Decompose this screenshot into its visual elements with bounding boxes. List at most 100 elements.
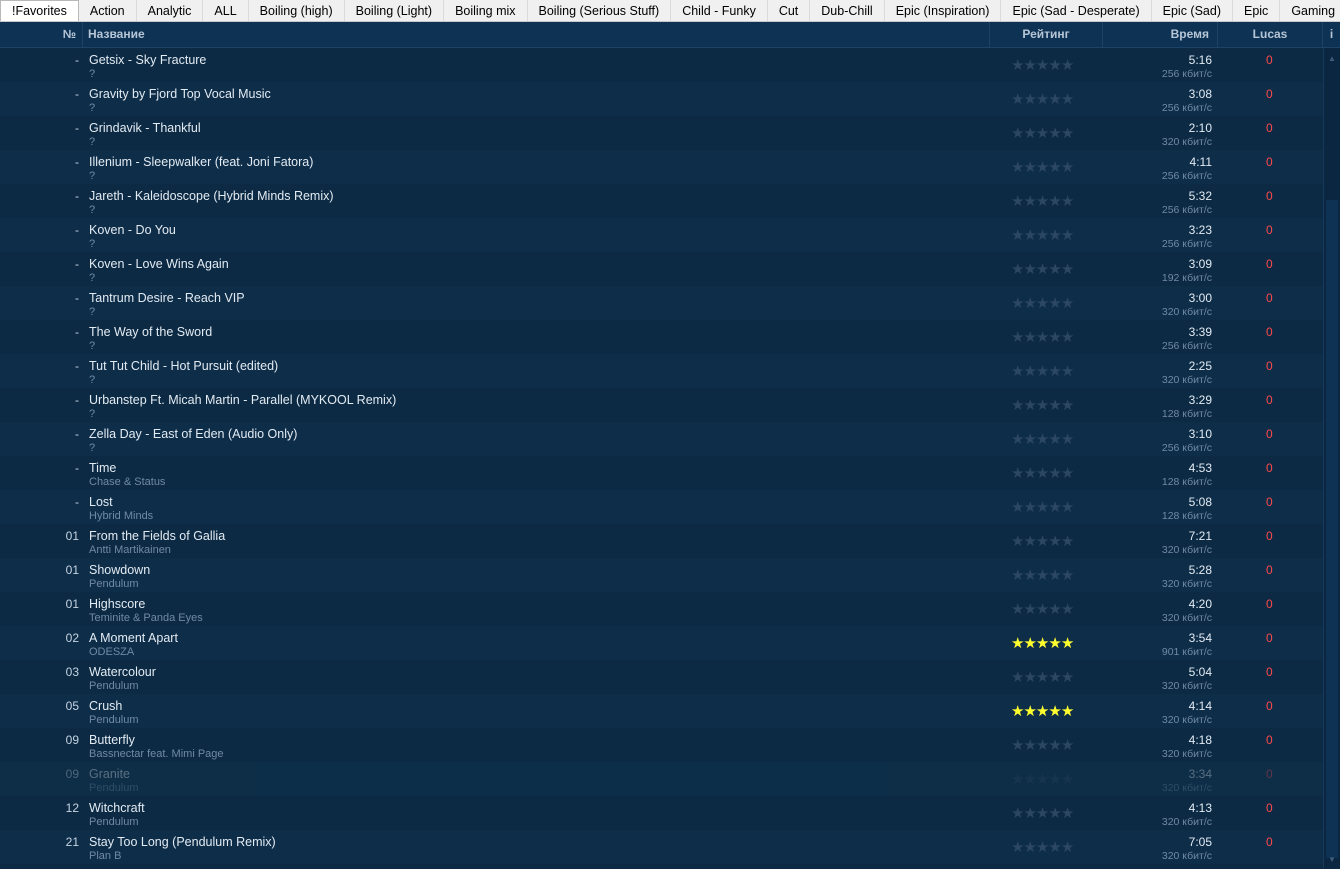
rating-stars[interactable]: ★★★★★: [1011, 57, 1074, 74]
star-icon[interactable]: ★: [1011, 567, 1024, 584]
star-icon[interactable]: ★: [1048, 295, 1061, 312]
tab-3[interactable]: ALL: [203, 0, 249, 21]
star-icon[interactable]: ★: [1036, 193, 1049, 210]
star-icon[interactable]: ★: [1048, 91, 1061, 108]
star-icon[interactable]: ★: [1036, 261, 1049, 278]
track-row[interactable]: 01 Showdown Pendulum ★★★★★ 5:28 320 кбит/с 0: [0, 558, 1323, 592]
star-icon[interactable]: ★: [1023, 125, 1036, 142]
star-icon[interactable]: ★: [1061, 669, 1074, 686]
star-icon[interactable]: ★: [1048, 533, 1061, 550]
star-icon[interactable]: ★: [1036, 465, 1049, 482]
star-icon[interactable]: ★: [1061, 635, 1074, 652]
rating-stars[interactable]: ★★★★★: [1011, 159, 1074, 176]
star-icon[interactable]: ★: [1011, 227, 1024, 244]
rating-stars[interactable]: ★★★★★: [1011, 193, 1074, 210]
star-icon[interactable]: ★: [1048, 567, 1061, 584]
rating-stars[interactable]: ★★★★★: [1011, 839, 1074, 856]
star-icon[interactable]: ★: [1048, 431, 1061, 448]
track-row[interactable]: 03 Watercolour Pendulum ★★★★★ 5:04 320 кбит/с…: [0, 660, 1323, 694]
star-icon[interactable]: ★: [1011, 669, 1024, 686]
tab-15[interactable]: Gaming: [1280, 0, 1340, 21]
track-row[interactable]: - Tut Tut Child - Hot Pursuit (edited)? ★★…: [0, 354, 1323, 388]
scrollbar-thumb[interactable]: [1326, 200, 1338, 858]
star-icon[interactable]: ★: [1011, 431, 1024, 448]
star-icon[interactable]: ★: [1011, 329, 1024, 346]
star-icon[interactable]: ★: [1036, 431, 1049, 448]
star-icon[interactable]: ★: [1061, 329, 1074, 346]
star-icon[interactable]: ★: [1023, 261, 1036, 278]
star-icon[interactable]: ★: [1048, 635, 1061, 652]
rating-stars[interactable]: ★★★★★: [1011, 533, 1074, 550]
track-row[interactable]: - Koven - Love Wins Again? ★★★★★ 3:09 192 кб…: [0, 252, 1323, 286]
column-lucas[interactable]: Lucas: [1218, 22, 1323, 47]
rating-stars[interactable]: ★★★★★: [1011, 397, 1074, 414]
star-icon[interactable]: ★: [1023, 397, 1036, 414]
star-icon[interactable]: ★: [1011, 261, 1024, 278]
star-icon[interactable]: ★: [1011, 125, 1024, 142]
star-icon[interactable]: ★: [1061, 57, 1074, 74]
star-icon[interactable]: ★: [1011, 193, 1024, 210]
star-icon[interactable]: ★: [1036, 295, 1049, 312]
star-icon[interactable]: ★: [1061, 397, 1074, 414]
star-icon[interactable]: ★: [1023, 839, 1036, 856]
star-icon[interactable]: ★: [1023, 533, 1036, 550]
track-row[interactable]: - Time Chase & Status ★★★★★ 4:53 128 кбит/с 0: [0, 456, 1323, 490]
tab-1[interactable]: Action: [79, 0, 137, 21]
scroll-up-icon[interactable]: ▲: [1328, 54, 1336, 63]
star-icon[interactable]: ★: [1036, 703, 1049, 720]
star-icon[interactable]: ★: [1048, 805, 1061, 822]
rating-stars[interactable]: ★★★★★: [1011, 771, 1074, 788]
star-icon[interactable]: ★: [1011, 465, 1024, 482]
tab-13[interactable]: Epic (Sad): [1152, 0, 1233, 21]
rating-stars[interactable]: ★★★★★: [1011, 261, 1074, 278]
star-icon[interactable]: ★: [1023, 805, 1036, 822]
star-icon[interactable]: ★: [1011, 91, 1024, 108]
star-icon[interactable]: ★: [1023, 635, 1036, 652]
star-icon[interactable]: ★: [1023, 669, 1036, 686]
star-icon[interactable]: ★: [1023, 57, 1036, 74]
star-icon[interactable]: ★: [1061, 227, 1074, 244]
tab-5[interactable]: Boiling (Light): [345, 0, 445, 21]
star-icon[interactable]: ★: [1023, 295, 1036, 312]
star-icon[interactable]: ★: [1048, 329, 1061, 346]
column-extra[interactable]: i: [1323, 22, 1340, 47]
track-row[interactable]: - Gravity by Fjord Top Vocal Music? ★★★★★ 3…: [0, 82, 1323, 116]
star-icon[interactable]: ★: [1061, 839, 1074, 856]
track-row[interactable]: 09 Butterfly Bassnectar feat. Mimi Page ★★★…: [0, 728, 1323, 762]
star-icon[interactable]: ★: [1048, 601, 1061, 618]
track-row[interactable]: - Urbanstep Ft. Micah Martin - Parallel (…: [0, 388, 1323, 422]
star-icon[interactable]: ★: [1061, 159, 1074, 176]
star-icon[interactable]: ★: [1011, 771, 1024, 788]
star-icon[interactable]: ★: [1011, 635, 1024, 652]
star-icon[interactable]: ★: [1048, 669, 1061, 686]
star-icon[interactable]: ★: [1061, 193, 1074, 210]
star-icon[interactable]: ★: [1036, 601, 1049, 618]
star-icon[interactable]: ★: [1023, 227, 1036, 244]
star-icon[interactable]: ★: [1048, 57, 1061, 74]
star-icon[interactable]: ★: [1011, 839, 1024, 856]
track-row[interactable]: 01 Highscore Teminite & Panda Eyes ★★★★★ 4:2…: [0, 592, 1323, 626]
column-title[interactable]: Название: [83, 22, 990, 47]
track-row[interactable]: 21 Stay Too Long (Pendulum Remix) Plan B ★★…: [0, 830, 1323, 864]
star-icon[interactable]: ★: [1023, 329, 1036, 346]
star-icon[interactable]: ★: [1061, 261, 1074, 278]
rating-stars[interactable]: ★★★★★: [1011, 601, 1074, 618]
star-icon[interactable]: ★: [1061, 737, 1074, 754]
rating-stars[interactable]: ★★★★★: [1011, 329, 1074, 346]
track-row[interactable]: 05 Crush Pendulum ★★★★★ 4:14 320 кбит/с 0: [0, 694, 1323, 728]
star-icon[interactable]: ★: [1061, 499, 1074, 516]
star-icon[interactable]: ★: [1036, 669, 1049, 686]
star-icon[interactable]: ★: [1011, 57, 1024, 74]
star-icon[interactable]: ★: [1048, 465, 1061, 482]
star-icon[interactable]: ★: [1061, 465, 1074, 482]
star-icon[interactable]: ★: [1036, 839, 1049, 856]
tab-9[interactable]: Cut: [768, 0, 811, 21]
star-icon[interactable]: ★: [1023, 567, 1036, 584]
column-number[interactable]: №: [0, 22, 83, 47]
star-icon[interactable]: ★: [1011, 601, 1024, 618]
star-icon[interactable]: ★: [1036, 567, 1049, 584]
star-icon[interactable]: ★: [1061, 601, 1074, 618]
star-icon[interactable]: ★: [1023, 431, 1036, 448]
star-icon[interactable]: ★: [1023, 499, 1036, 516]
star-icon[interactable]: ★: [1061, 703, 1074, 720]
